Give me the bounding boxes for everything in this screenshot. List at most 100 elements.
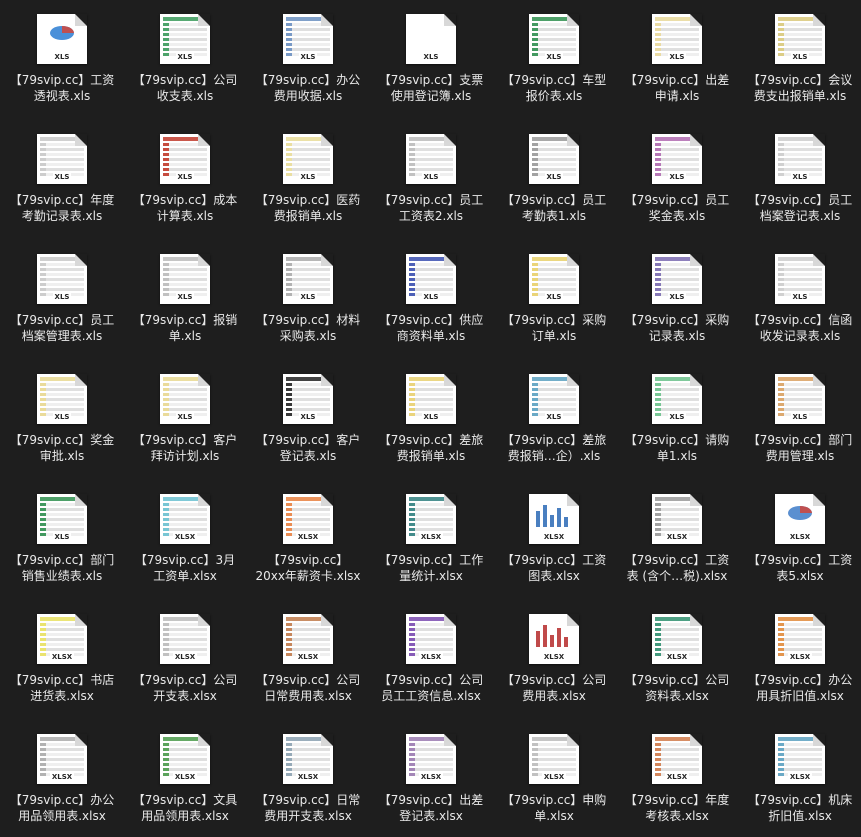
- page-fold-decoration: [321, 14, 333, 26]
- file-item[interactable]: XLSX 【79svip.cc】工资表 (含个…税).xlsx: [615, 480, 739, 596]
- page-fold-decoration: [567, 14, 579, 26]
- file-item[interactable]: XLS 【79svip.cc】支票 使用登记簿.xls: [369, 0, 493, 116]
- file-item[interactable]: XLSX 【79svip.cc】工资 图表.xlsx: [492, 480, 616, 596]
- file-item[interactable]: XLSX 【79svip.cc】工作 量统计.xlsx: [369, 480, 493, 596]
- file-item[interactable]: XLS 【79svip.cc】部门 销售业绩表.xls: [0, 480, 124, 596]
- file-item[interactable]: XLS 【79svip.cc】材料 采购表.xls: [246, 240, 370, 356]
- file-name-line-2: 审批.xls: [39, 449, 85, 463]
- spreadsheet-thumbnail-icon: XLSX: [652, 614, 702, 664]
- page-fold-decoration: [567, 254, 579, 266]
- file-name-line-1: 【79svip.cc】支票: [378, 73, 484, 87]
- file-item[interactable]: XLSX 【79svip.cc】出差 登记表.xlsx: [369, 720, 493, 836]
- page-fold-decoration: [75, 14, 87, 26]
- file-name-line-2: 登记表.xls: [279, 449, 337, 463]
- page-fold-decoration: [690, 734, 702, 746]
- spreadsheet-thumbnail-icon: XLSX: [652, 494, 702, 544]
- file-item[interactable]: XLS 【79svip.cc】成本 计算表.xls: [123, 120, 247, 236]
- file-item[interactable]: XLS 【79svip.cc】公司 收支表.xls: [123, 0, 247, 116]
- file-item[interactable]: XLSX 【79svip.cc】公司 员工工资信息.xlsx: [369, 600, 493, 716]
- file-item[interactable]: XLS 【79svip.cc】采购 记录表.xls: [615, 240, 739, 356]
- file-name: 【79svip.cc】报销 单.xls: [123, 312, 247, 344]
- file-name-line-2: 销售业绩表.xls: [21, 569, 103, 583]
- file-item[interactable]: XLSX 【79svip.cc】日常 费用开支表.xlsx: [246, 720, 370, 836]
- file-type-badge: XLS: [421, 53, 441, 61]
- file-item[interactable]: XLS 【79svip.cc】客户 登记表.xls: [246, 360, 370, 476]
- file-item[interactable]: XLSX 【79svip.cc】年度 考核表.xlsx: [615, 720, 739, 836]
- file-item[interactable]: XLS 【79svip.cc】员工 档案管理表.xls: [0, 240, 124, 356]
- page-fold-decoration: [198, 734, 210, 746]
- file-item[interactable]: XLS 【79svip.cc】工资 透视表.xls: [0, 0, 124, 116]
- file-name-line-1: 【79svip.cc】材料: [255, 313, 361, 327]
- file-item[interactable]: XLS 【79svip.cc】办公 费用收据.xls: [246, 0, 370, 116]
- page-fold-decoration: [198, 254, 210, 266]
- file-type-badge: XLSX: [49, 653, 75, 661]
- file-name: 【79svip.cc】医药 费报销单.xls: [246, 192, 370, 224]
- file-item[interactable]: XLS 【79svip.cc】差旅 费报销单.xls: [369, 360, 493, 476]
- file-name-line-1: 【79svip.cc】3月: [134, 553, 236, 567]
- page-fold-decoration: [567, 614, 579, 626]
- file-item[interactable]: XLS 【79svip.cc】采购 订单.xls: [492, 240, 616, 356]
- spreadsheet-thumbnail-icon: XLS: [283, 254, 333, 304]
- file-item[interactable]: XLS 【79svip.cc】信函 收发记录表.xls: [738, 240, 861, 356]
- file-type-badge: XLS: [175, 413, 195, 421]
- file-item[interactable]: XLS 【79svip.cc】会议 费支出报销单.xls: [738, 0, 861, 116]
- file-item[interactable]: XLSX 【79svip.cc】文具 用品领用表.xlsx: [123, 720, 247, 836]
- file-item[interactable]: XLSX 【79svip.cc】公司 日常费用表.xlsx: [246, 600, 370, 716]
- file-type-badge: XLSX: [49, 773, 75, 781]
- file-name-line-1: 【79svip.cc】客户: [132, 433, 238, 447]
- spreadsheet-thumbnail-icon: XLSX: [283, 494, 333, 544]
- file-type-badge: XLS: [52, 293, 72, 301]
- file-name-line-2: 日常费用表.xlsx: [264, 689, 352, 703]
- file-name: 【79svip.cc】材料 采购表.xls: [246, 312, 370, 344]
- file-item[interactable]: XLS 【79svip.cc】出差 申请.xls: [615, 0, 739, 116]
- file-item[interactable]: XLS 【79svip.cc】员工 工资表2.xls: [369, 120, 493, 236]
- file-item[interactable]: XLS 【79svip.cc】客户 拜访计划.xls: [123, 360, 247, 476]
- file-item[interactable]: XLS 【79svip.cc】报销 单.xls: [123, 240, 247, 356]
- file-type-badge: XLS: [544, 413, 564, 421]
- file-item[interactable]: XLS 【79svip.cc】员工 档案登记表.xls: [738, 120, 861, 236]
- file-item[interactable]: XLS 【79svip.cc】员工 考勤表1.xls: [492, 120, 616, 236]
- file-name-line-2: 申请.xls: [654, 89, 700, 103]
- file-type-badge: XLS: [175, 173, 195, 181]
- spreadsheet-thumbnail-icon: XLSX: [283, 734, 333, 784]
- page-fold-decoration: [690, 614, 702, 626]
- file-name-line-2: 采购表.xls: [279, 329, 337, 343]
- file-item[interactable]: XLS 【79svip.cc】请购 单1.xls: [615, 360, 739, 476]
- file-item[interactable]: XLS 【79svip.cc】年度 考勤记录表.xls: [0, 120, 124, 236]
- file-item[interactable]: XLSX 【79svip.cc】申购 单.xlsx: [492, 720, 616, 836]
- file-item[interactable]: XLSX 【79svip.cc】书店 进货表.xlsx: [0, 600, 124, 716]
- file-item[interactable]: XLS 【79svip.cc】供应 商资料单.xls: [369, 240, 493, 356]
- spreadsheet-thumbnail-icon: XLS: [160, 14, 210, 64]
- file-item[interactable]: XLSX 【79svip.cc】 20xx年薪资卡.xlsx: [246, 480, 370, 596]
- file-item[interactable]: XLSX 【79svip.cc】公司 开支表.xlsx: [123, 600, 247, 716]
- file-item[interactable]: XLSX 【79svip.cc】机床 折旧值.xlsx: [738, 720, 861, 836]
- file-name: 【79svip.cc】机床 折旧值.xlsx: [738, 792, 861, 824]
- file-item[interactable]: XLS 【79svip.cc】奖金 审批.xls: [0, 360, 124, 476]
- file-name-line-2: 表 (含个…税).xlsx: [626, 569, 728, 583]
- file-name: 【79svip.cc】员工 奖金表.xls: [615, 192, 739, 224]
- file-name-line-1: 【79svip.cc】采购: [501, 313, 607, 327]
- spreadsheet-thumbnail-icon: XLSX: [529, 734, 579, 784]
- file-item[interactable]: XLS 【79svip.cc】员工 奖金表.xls: [615, 120, 739, 236]
- file-item[interactable]: XLSX 【79svip.cc】公司 费用表.xlsx: [492, 600, 616, 716]
- file-type-badge: XLS: [544, 293, 564, 301]
- file-item[interactable]: XLSX 【79svip.cc】办公 用品领用表.xlsx: [0, 720, 124, 836]
- file-item[interactable]: XLS 【79svip.cc】差旅 费报销…企）.xls: [492, 360, 616, 476]
- file-item[interactable]: XLSX 【79svip.cc】3月 工资单.xlsx: [123, 480, 247, 596]
- file-name-line-1: 【79svip.cc】年度: [624, 793, 730, 807]
- file-name: 【79svip.cc】员工 档案管理表.xls: [0, 312, 124, 344]
- page-fold-decoration: [321, 734, 333, 746]
- file-item[interactable]: XLSX 【79svip.cc】办公 用具折旧值.xlsx: [738, 600, 861, 716]
- file-name-line-1: 【79svip.cc】办公: [255, 73, 361, 87]
- file-name: 【79svip.cc】3月 工资单.xlsx: [123, 552, 247, 584]
- file-name: 【79svip.cc】工资 表5.xlsx: [738, 552, 861, 584]
- spreadsheet-thumbnail-icon: XLSX: [283, 614, 333, 664]
- file-item[interactable]: XLS 【79svip.cc】部门 费用管理.xls: [738, 360, 861, 476]
- file-type-badge: XLSX: [541, 653, 567, 661]
- file-item[interactable]: XLS 【79svip.cc】医药 费报销单.xls: [246, 120, 370, 236]
- file-item[interactable]: XLSX 【79svip.cc】工资 表5.xlsx: [738, 480, 861, 596]
- file-item[interactable]: XLS 【79svip.cc】车型 报价表.xls: [492, 0, 616, 116]
- file-name-line-1: 【79svip.cc】供应: [378, 313, 484, 327]
- spreadsheet-thumbnail-icon: XLS: [652, 14, 702, 64]
- file-item[interactable]: XLSX 【79svip.cc】公司 资料表.xlsx: [615, 600, 739, 716]
